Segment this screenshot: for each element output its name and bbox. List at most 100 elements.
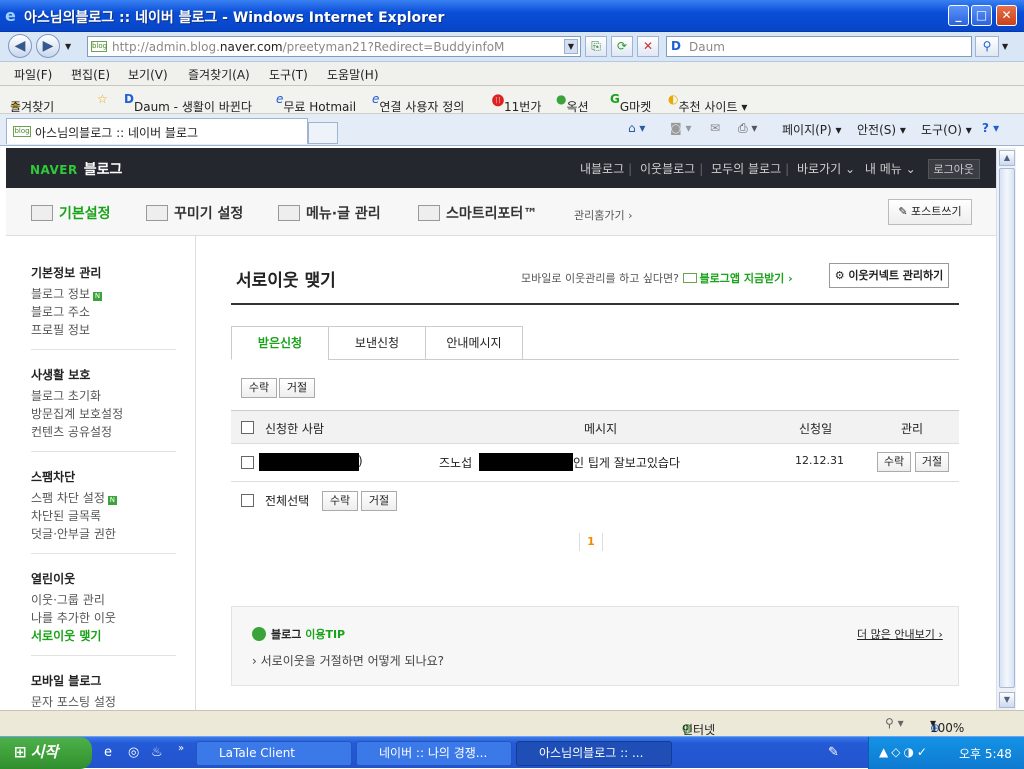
back-button[interactable]: ◀ <box>8 34 32 58</box>
history-dropdown-icon[interactable]: ▼ <box>65 42 71 51</box>
link-my-blog[interactable]: 내블로그 <box>580 162 624 176</box>
scroll-thumb[interactable] <box>999 168 1015 688</box>
zoom-level[interactable]: ⊕ 100% ▾ <box>930 716 964 735</box>
tab-menu-posts[interactable]: 메뉴·글 관리 <box>278 203 381 223</box>
scroll-up-icon[interactable]: ▲ <box>999 150 1015 166</box>
fav-11st[interactable]: ⓫ 11번가 <box>492 92 541 114</box>
address-url[interactable]: http://admin.blog.naver.com/preetyman21?… <box>112 40 504 54</box>
fav-suggested-sites[interactable]: ◐ 추천 사이트 ▾ <box>668 92 747 114</box>
neighbor-connect-button[interactable]: ⚙ 이웃커넥트 관리하기 <box>829 263 949 288</box>
sidebar-item-reset[interactable]: 블로그 초기화 <box>31 387 123 405</box>
link-neighbor-blog[interactable]: 이웃블로그 <box>640 162 695 176</box>
menu-page[interactable]: 페이지(P) ▾ <box>782 121 842 138</box>
feeds-icon[interactable]: ◙ ▾ <box>670 121 691 135</box>
menu-file[interactable]: 파일(F) <box>14 66 52 83</box>
search-options-icon[interactable]: ▼ <box>1002 42 1008 51</box>
sidebar-item-profile[interactable]: 프로필 정보 <box>31 321 102 339</box>
sidebar-item-spam-settings[interactable]: 스팸 차단 설정 N <box>31 489 117 507</box>
home-icon[interactable]: ⌂ ▾ <box>628 121 645 135</box>
compatibility-icon[interactable]: ⎘ <box>585 36 607 57</box>
new-tab-button[interactable] <box>308 122 338 144</box>
sidebar-item-comment-permission[interactable]: 덧글·안부글 권한 <box>31 525 117 543</box>
protected-mode-icon[interactable]: ⚲ ▾ <box>885 716 904 730</box>
page-number-current[interactable]: 1 <box>579 533 603 551</box>
tab-basic-settings[interactable]: 기본설정 <box>31 203 111 223</box>
start-button[interactable]: ⊞ 시작 <box>0 737 92 769</box>
admin-home-link[interactable]: 관리홈가기 › <box>574 207 633 223</box>
tip-question-link[interactable]: › 서로이웃을 거절하면 어떻게 되나요? <box>252 652 444 669</box>
menu-help[interactable]: 도움말(H) <box>327 66 379 83</box>
select-all-checkbox[interactable] <box>241 494 254 507</box>
stop-icon[interactable]: ✕ <box>637 36 659 57</box>
search-icon[interactable]: ⚲ <box>975 36 999 57</box>
accept-button-row[interactable]: 수락 <box>877 452 911 472</box>
fav-auction[interactable]: ● 옥션 <box>556 92 589 114</box>
sidebar-item-visit-protect[interactable]: 방문집계 보호설정 <box>31 405 123 423</box>
search-input[interactable]: D Daum <box>666 36 972 57</box>
sidebar-item-blocked-posts[interactable]: 차단된 글목록 <box>31 507 117 525</box>
language-bar-icon[interactable]: ✎ <box>828 745 839 760</box>
scroll-down-icon[interactable]: ▼ <box>999 692 1015 708</box>
row-checkbox[interactable] <box>241 456 254 469</box>
tray-icons[interactable]: ▲◇◑✓ <box>879 745 930 759</box>
link-shortcut[interactable]: 바로가기 ⌄ <box>797 162 855 176</box>
task-blog-ie[interactable]: 아스님의블로그 :: ... <box>516 741 672 766</box>
fav-custom-links[interactable]: e 연결 사용자 정의 <box>372 92 464 114</box>
tab-sent[interactable]: 보낸신청 <box>328 326 426 360</box>
print-icon[interactable]: ⎙ ▾ <box>738 121 757 136</box>
menu-tools-o[interactable]: 도구(O) ▾ <box>921 121 972 138</box>
maximize-button[interactable]: □ <box>971 5 992 26</box>
write-post-button[interactable]: ✎ 포스트쓰기 <box>888 199 972 225</box>
quicklaunch-more-icon[interactable]: » <box>178 743 184 754</box>
refresh-icon[interactable]: ⟳ <box>611 36 633 57</box>
menu-view[interactable]: 보기(V) <box>128 66 168 83</box>
fav-gmarket[interactable]: G G마켓 <box>610 92 651 114</box>
link-my-menu[interactable]: 내 메뉴 ⌄ <box>865 162 916 176</box>
sidebar-item-blog-address[interactable]: 블로그 주소 <box>31 303 102 321</box>
quicklaunch-browser-icon[interactable]: ◎ <box>128 745 139 760</box>
tab-decorate-settings[interactable]: 꾸미기 설정 <box>146 203 243 223</box>
more-guides-link[interactable]: 더 많은 안내보기 › <box>857 626 943 642</box>
close-button[interactable]: ✕ <box>996 5 1017 26</box>
task-naver-competition[interactable]: 네이버 :: 나의 경쟁... <box>356 741 512 766</box>
fav-daum[interactable]: D Daum - 생활이 바뀐다 <box>124 92 252 114</box>
tab-guide-message[interactable]: 안내메시지 <box>425 326 523 360</box>
sidebar-item-mutual-neighbor[interactable]: 서로이웃 맺기 <box>31 627 116 645</box>
page-title: 서로이웃 맺기 <box>236 271 336 291</box>
add-favorite-icon[interactable]: ☆ <box>97 92 108 106</box>
sidebar-item-blog-info[interactable]: 블로그 정보 N <box>31 285 103 303</box>
logout-button[interactable]: 로그아웃 <box>927 159 980 179</box>
app-download-link[interactable]: 블로그앱 지금받기 › <box>700 272 793 285</box>
forward-button[interactable]: ▶ <box>36 34 60 58</box>
quicklaunch-app-icon[interactable]: ♨ <box>151 745 163 760</box>
reject-button-row[interactable]: 거절 <box>915 452 949 472</box>
sidebar-item-content-share[interactable]: 컨텐츠 공유설정 <box>31 423 123 441</box>
reject-button-bottom[interactable]: 거절 <box>361 491 397 511</box>
sidebar-item-sms-posting[interactable]: 문자 포스팅 설정 <box>31 693 116 710</box>
link-everyone-blog[interactable]: 모두의 블로그 <box>711 162 781 176</box>
quicklaunch-ie-icon[interactable]: e <box>104 745 112 760</box>
tab-smart-reporter[interactable]: 스마트리포터™ <box>418 203 537 223</box>
accept-button-top[interactable]: 수락 <box>241 378 277 398</box>
tab-received[interactable]: 받은신청 <box>231 326 329 360</box>
vertical-scrollbar[interactable]: ▲ ▼ <box>996 148 1016 710</box>
menu-favorites[interactable]: 즐겨찾기(A) <box>188 66 250 83</box>
sidebar-item-neighbor-groups[interactable]: 이웃·그룹 관리 <box>31 591 116 609</box>
select-all-checkbox-header[interactable] <box>241 421 254 434</box>
task-latale[interactable]: LaTale Client <box>196 741 352 766</box>
mail-icon[interactable]: ✉ <box>710 121 720 135</box>
fav-hotmail[interactable]: e 무료 Hotmail <box>276 92 356 114</box>
address-dropdown-icon[interactable]: ▼ <box>564 39 578 54</box>
address-bar[interactable]: blog http://admin.blog.naver.com/preetym… <box>87 36 581 57</box>
help-icon[interactable]: ? ▾ <box>982 121 999 135</box>
menu-tools[interactable]: 도구(T) <box>269 66 308 83</box>
tab-blog[interactable]: blog 아스님의블로그 :: 네이버 블로그 <box>6 118 308 144</box>
naver-blog-logo[interactable]: NAVER 블로그 <box>30 159 122 179</box>
menu-edit[interactable]: 편집(E) <box>71 66 110 83</box>
reject-button-top[interactable]: 거절 <box>279 378 315 398</box>
sidebar-item-added-me[interactable]: 나를 추가한 이웃 <box>31 609 116 627</box>
menu-safety[interactable]: 안전(S) ▾ <box>857 121 906 138</box>
select-all-label[interactable]: 전체선택 <box>265 492 309 509</box>
accept-button-bottom[interactable]: 수락 <box>322 491 358 511</box>
minimize-button[interactable]: _ <box>948 5 969 26</box>
